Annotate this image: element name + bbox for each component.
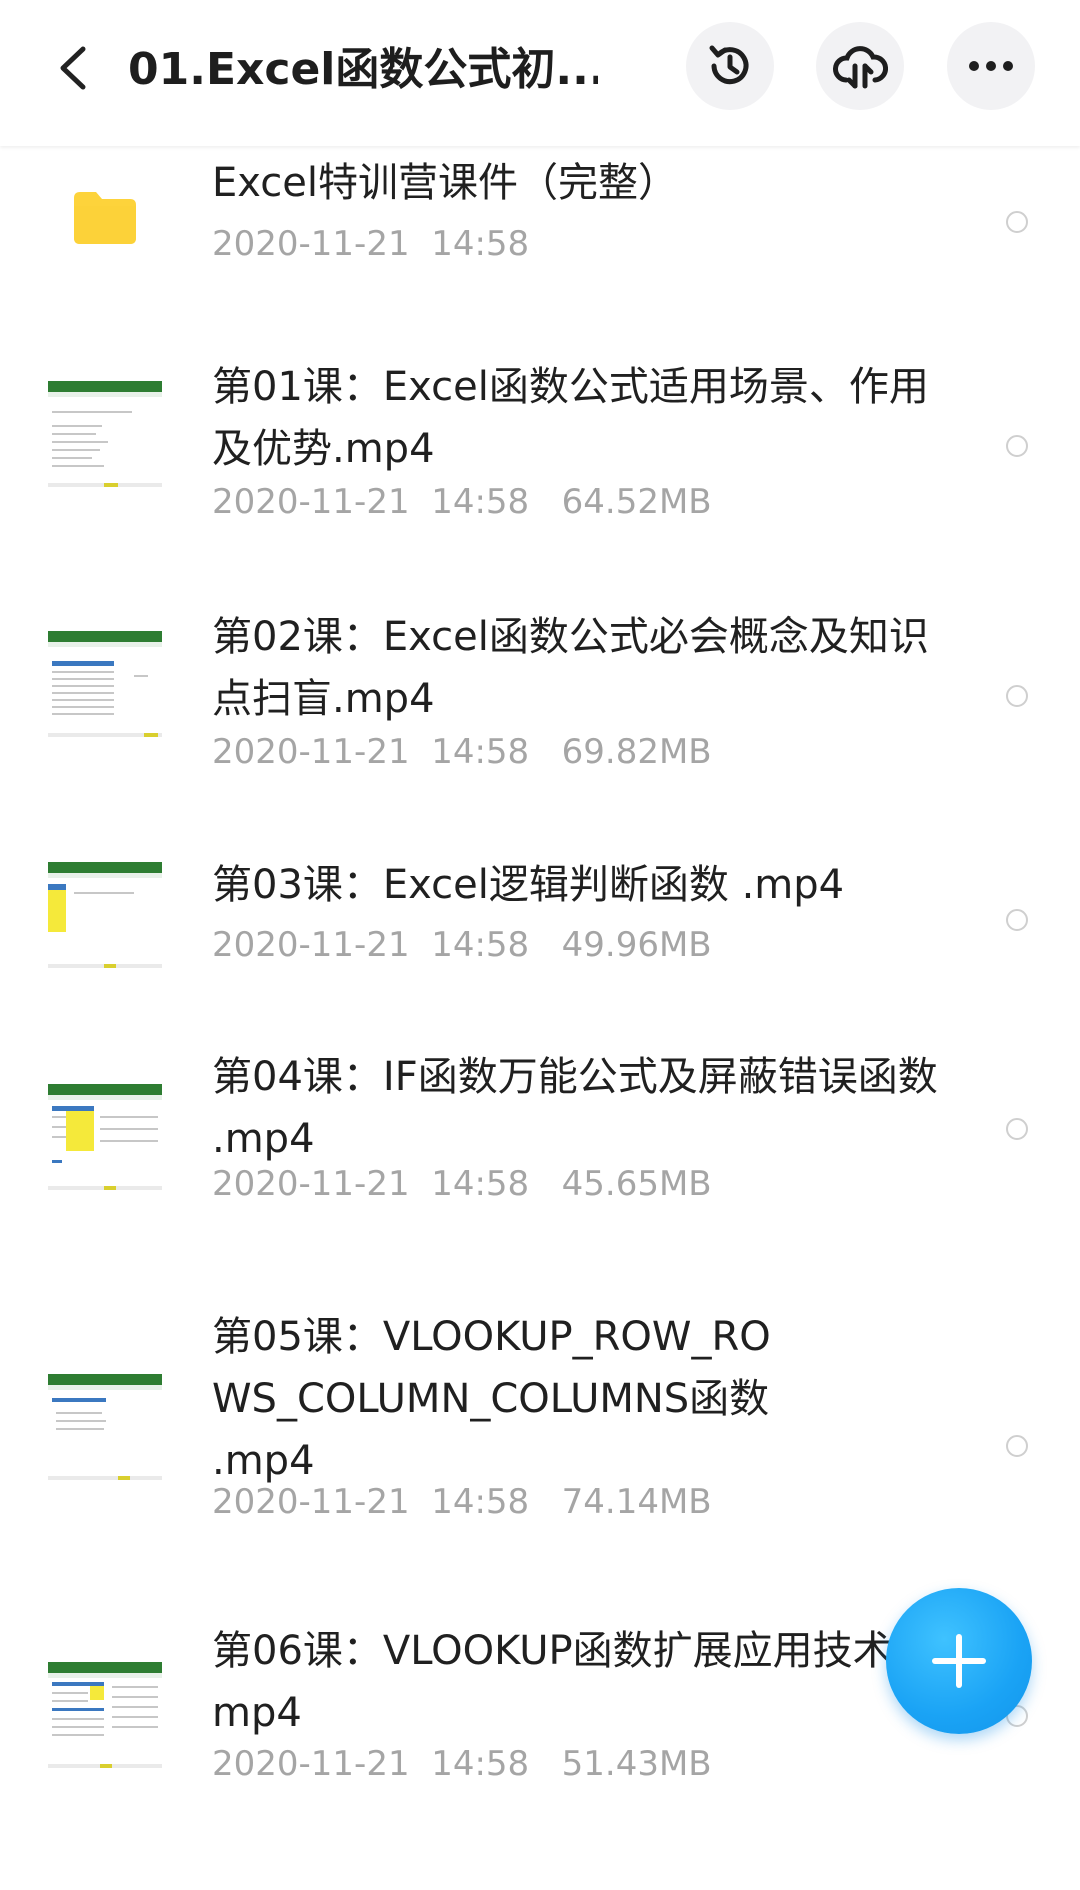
file-meta: 2020-11-21 14:58 74.14MB <box>212 1480 712 1524</box>
select-radio[interactable] <box>1006 909 1028 931</box>
file-size: 51.43MB <box>561 1744 712 1784</box>
file-size: 74.14MB <box>561 1482 712 1522</box>
file-name: 第01课：Excel函数公式适用场景、作用及优势.mp4 <box>212 364 929 472</box>
file-size: 69.82MB <box>561 732 712 772</box>
video-thumbnail <box>48 631 162 737</box>
file-date: 2020-11-21 14:58 <box>212 732 530 772</box>
video-thumbnail <box>48 862 162 968</box>
select-radio[interactable] <box>1006 1118 1028 1140</box>
back-button[interactable] <box>44 36 100 100</box>
cloud-download-icon <box>833 46 888 89</box>
file-meta: 2020-11-21 14:58 64.52MB <box>212 480 712 524</box>
video-thumbnail <box>48 1084 162 1190</box>
file-size: 64.52MB <box>561 482 712 522</box>
file-meta: 2020-11-21 14:58 <box>212 222 529 266</box>
file-date: 2020-11-21 14:58 <box>212 925 530 965</box>
back-arrow-icon <box>60 46 86 90</box>
list-item[interactable]: 第03课：Excel逻辑判断函数 .mp4 2020-11-21 14:58 4… <box>0 846 1080 1050</box>
file-name: Excel特训营课件（完整） <box>212 160 678 206</box>
file-name: 第04课：IF函数万能公式及屏蔽错误函数 .mp4 <box>212 1054 938 1162</box>
add-button[interactable] <box>886 1588 1032 1734</box>
select-radio[interactable] <box>1006 685 1028 707</box>
file-date: 2020-11-21 14:58 <box>212 1164 530 1204</box>
top-bar: 01.Excel函数公式初... <box>0 0 1080 146</box>
cloud-transfer-button[interactable] <box>816 22 904 110</box>
list-item[interactable]: 第01课：Excel函数公式适用场景、作用及优势.mp4 2020-11-21 … <box>0 346 1080 596</box>
file-date: 2020-11-21 14:58 <box>212 482 530 522</box>
file-meta: 2020-11-21 14:58 51.43MB <box>212 1742 712 1786</box>
more-button[interactable] <box>947 22 1035 110</box>
folder-icon <box>74 192 136 244</box>
select-radio[interactable] <box>1006 211 1028 233</box>
list-item[interactable]: 第02课：Excel函数公式必会概念及知识点扫盲.mp4 2020-11-21 … <box>0 596 1080 846</box>
file-name: 第03课：Excel逻辑判断函数 .mp4 <box>212 862 845 908</box>
video-thumbnail <box>48 1662 162 1768</box>
plus-icon <box>932 1634 986 1688</box>
file-size: 49.96MB <box>561 925 712 965</box>
file-name: 第06课：VLOOKUP函数扩展应用技术.mp4 <box>212 1628 906 1736</box>
select-radio[interactable] <box>1006 1435 1028 1457</box>
video-thumbnail <box>48 381 162 487</box>
file-name: 第05课：VLOOKUP_ROW_ROWS_COLUMN_COLUMNS函数 .… <box>212 1314 771 1484</box>
page-title: 01.Excel函数公式初... <box>128 44 598 95</box>
select-radio[interactable] <box>1006 435 1028 457</box>
file-meta: 2020-11-21 14:58 45.65MB <box>212 1162 712 1206</box>
history-icon <box>709 45 749 85</box>
history-button[interactable] <box>686 22 774 110</box>
file-meta: 2020-11-21 14:58 69.82MB <box>212 730 712 774</box>
more-icon <box>969 61 1013 71</box>
list-item[interactable]: 第04课：IF函数万能公式及屏蔽错误函数 .mp4 2020-11-21 14:… <box>0 1050 1080 1310</box>
file-date: 2020-11-21 14:58 <box>212 1744 530 1784</box>
file-date: 2020-11-21 14:58 <box>212 224 530 264</box>
file-size: 45.65MB <box>561 1164 712 1204</box>
file-name: 第02课：Excel函数公式必会概念及知识点扫盲.mp4 <box>212 614 929 722</box>
file-meta: 2020-11-21 14:58 49.96MB <box>212 923 712 967</box>
file-date: 2020-11-21 14:58 <box>212 1482 530 1522</box>
list-item[interactable]: Excel特训营课件（完整） 2020-11-21 14:58 <box>0 146 1080 346</box>
video-thumbnail <box>48 1374 162 1480</box>
list-item[interactable]: 第05课：VLOOKUP_ROW_ROWS_COLUMN_COLUMNS函数 .… <box>0 1310 1080 1630</box>
